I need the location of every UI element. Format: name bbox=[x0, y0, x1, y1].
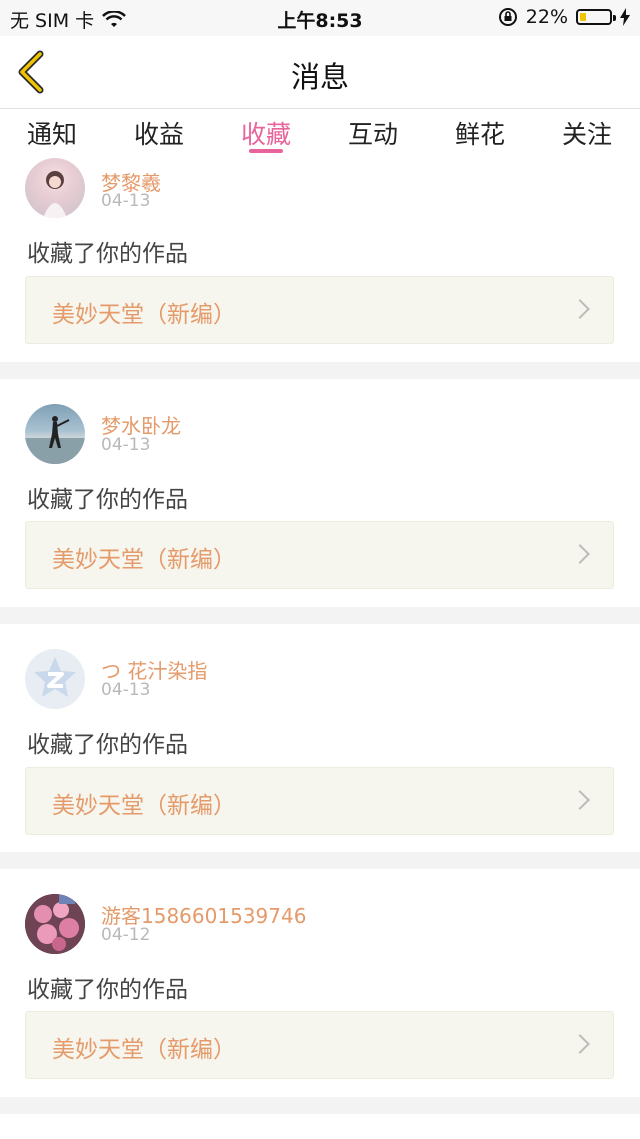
tab-favorites[interactable]: 收藏 bbox=[216, 115, 316, 151]
avatar[interactable] bbox=[25, 404, 85, 464]
battery-percent: 22% bbox=[525, 6, 568, 28]
list-item[interactable]: 游客1586601539746 04-12 收藏了你的作品 美妙天堂（新编） bbox=[0, 869, 640, 1097]
nav-bar: 消息 bbox=[0, 36, 640, 109]
item-date: 04-12 bbox=[101, 925, 151, 945]
default-star-icon[interactable] bbox=[25, 649, 85, 709]
chevron-right-icon bbox=[570, 790, 590, 810]
action-text: 收藏了你的作品 bbox=[27, 977, 188, 1003]
work-title: 美妙天堂（新编） bbox=[52, 793, 236, 819]
item-date: 04-13 bbox=[101, 435, 151, 455]
avatar-photo bbox=[43, 171, 67, 218]
action-text: 收藏了你的作品 bbox=[27, 487, 188, 513]
battery-icon bbox=[576, 9, 616, 25]
chevron-right-icon bbox=[570, 1034, 590, 1054]
tab-bar: 通知 收益 收藏 互动 鲜花 关注 bbox=[0, 109, 640, 160]
action-text: 收藏了你的作品 bbox=[27, 241, 188, 267]
tab-earnings[interactable]: 收益 bbox=[109, 115, 209, 151]
work-link[interactable]: 美妙天堂（新编） bbox=[25, 767, 614, 835]
charging-icon bbox=[620, 8, 630, 26]
chevron-right-icon bbox=[570, 544, 590, 564]
work-title: 美妙天堂（新编） bbox=[52, 302, 236, 328]
battery-level bbox=[580, 13, 586, 21]
work-link[interactable]: 美妙天堂（新编） bbox=[25, 276, 614, 344]
work-title: 美妙天堂（新编） bbox=[52, 547, 236, 573]
rotation-lock-icon bbox=[498, 8, 517, 26]
tab-notifications[interactable]: 通知 bbox=[2, 115, 102, 151]
list-item[interactable]: 梦水卧龙 04-13 收藏了你的作品 美妙天堂（新编） bbox=[0, 379, 640, 607]
action-text: 收藏了你的作品 bbox=[27, 732, 188, 758]
avatar-photo bbox=[25, 416, 85, 464]
status-right: 22% bbox=[498, 6, 630, 28]
avatar[interactable] bbox=[25, 158, 85, 218]
avatar[interactable] bbox=[25, 894, 85, 954]
page-title: 消息 bbox=[290, 60, 349, 94]
tab-following[interactable]: 关注 bbox=[537, 115, 637, 151]
tab-flowers[interactable]: 鲜花 bbox=[430, 115, 530, 151]
item-date: 04-13 bbox=[101, 191, 151, 211]
active-tab-indicator bbox=[249, 149, 283, 153]
avatar-photo bbox=[25, 894, 85, 954]
list-item[interactable] bbox=[0, 1114, 640, 1139]
status-bar: 无 SIM 卡 上午8:53 22% bbox=[0, 0, 640, 36]
list-item[interactable]: つ 花汁染指 04-13 收藏了你的作品 美妙天堂（新编） bbox=[0, 624, 640, 852]
work-link[interactable]: 美妙天堂（新编） bbox=[25, 1011, 614, 1079]
chevron-right-icon bbox=[570, 299, 590, 319]
item-date: 04-13 bbox=[101, 680, 151, 700]
work-link[interactable]: 美妙天堂（新编） bbox=[25, 521, 614, 589]
tab-interactions[interactable]: 互动 bbox=[323, 115, 423, 151]
list-item[interactable]: 梦黎羲 04-13 收藏了你的作品 美妙天堂（新编） bbox=[0, 158, 640, 362]
work-title: 美妙天堂（新编） bbox=[52, 1037, 236, 1063]
avatar-placeholder bbox=[34, 657, 76, 697]
